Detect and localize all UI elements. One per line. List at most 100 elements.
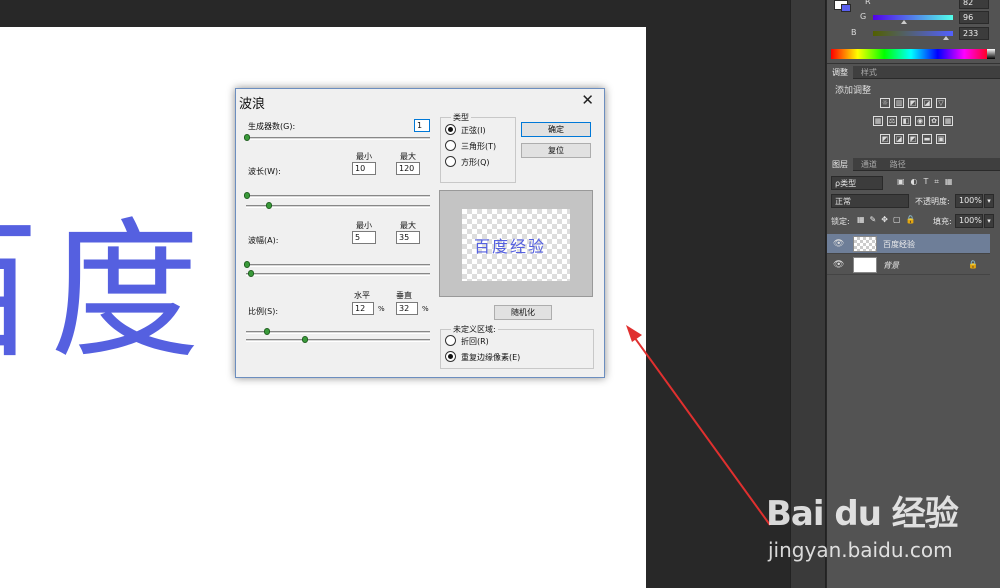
lock-icons[interactable]: ▦✎✥▢🔒 xyxy=(857,215,920,224)
layer-filter-dropdown[interactable]: ρ类型 xyxy=(831,176,883,190)
slider-knob[interactable] xyxy=(266,202,272,209)
generators-label: 生成器数(G): xyxy=(248,122,296,131)
watermark-url: jingyan.baidu.com xyxy=(768,538,953,562)
slider-knob[interactable] xyxy=(302,336,308,343)
scale-v-percent: % xyxy=(422,305,429,313)
type-sine-label: 正弦(I) xyxy=(461,126,486,135)
layer-row-background[interactable]: 👁 背景 🔒 xyxy=(827,255,990,275)
wavelength-label: 波长(W): xyxy=(248,167,281,176)
slider-knob[interactable] xyxy=(248,270,254,277)
brightness-icon[interactable]: ☼ xyxy=(880,98,890,108)
add-adjustment-title: 添加调整 xyxy=(835,86,872,96)
posterize-icon[interactable]: ◪ xyxy=(894,134,904,144)
type-square-label: 方形(Q) xyxy=(461,158,490,167)
exposure-icon[interactable]: ◪ xyxy=(922,98,932,108)
color-spectrum-bw[interactable] xyxy=(987,49,995,59)
scale-label: 比例(S): xyxy=(248,307,279,316)
gradient-map-icon[interactable]: ▬ xyxy=(922,134,932,144)
randomize-button[interactable]: 随机化 xyxy=(494,305,552,320)
reset-button[interactable]: 复位 xyxy=(521,143,591,158)
color-balance-icon[interactable]: ⚖ xyxy=(887,116,897,126)
tab-layers[interactable]: 图层 xyxy=(827,158,853,171)
layer-thumbnail xyxy=(853,236,877,252)
repeat-edge-pixels-label: 重复边缘像素(E) xyxy=(461,353,521,362)
invert-icon[interactable]: ◩ xyxy=(880,134,890,144)
photo-filter-icon[interactable]: ◉ xyxy=(915,116,925,126)
layer-thumbnail xyxy=(853,257,877,273)
amplitude-max-label: 最大 xyxy=(400,221,416,230)
vibrance-icon[interactable]: ▽ xyxy=(936,98,946,108)
tab-channels[interactable]: 通道 xyxy=(856,158,882,171)
color-panel: R 82 G 96 B 233 xyxy=(827,0,1000,64)
g-slider-knob[interactable] xyxy=(901,20,907,24)
preview-text: 百度经验 xyxy=(474,237,547,256)
fill-input[interactable]: 100% xyxy=(955,214,983,228)
blend-mode-dropdown[interactable]: 正常 xyxy=(831,194,909,208)
type-triangle-label: 三角形(T) xyxy=(461,142,497,151)
horizontal-label: 水平 xyxy=(354,291,370,300)
color-row-g: G 96 xyxy=(833,11,993,25)
dialog-title: 波浪 xyxy=(239,97,266,112)
wavelength-max-label: 最大 xyxy=(400,152,416,161)
color-lookup-icon[interactable]: ▦ xyxy=(943,116,953,126)
color-spectrum[interactable] xyxy=(831,49,991,59)
tab-paths[interactable]: 路径 xyxy=(885,158,911,171)
channel-mixer-icon[interactable]: ✿ xyxy=(929,116,939,126)
black-white-icon[interactable]: ◧ xyxy=(901,116,911,126)
wavelength-max-input[interactable]: 120 xyxy=(396,162,420,175)
repeat-edge-pixels-radio[interactable] xyxy=(445,351,456,362)
visibility-eye-icon[interactable]: 👁 xyxy=(833,260,844,270)
ok-button[interactable]: 确定 xyxy=(521,122,591,137)
scale-horizontal-slider[interactable] xyxy=(246,328,430,335)
preview-image: 百度经验 xyxy=(462,209,570,281)
layer-row-text[interactable]: 👁 百度经验 xyxy=(827,234,990,254)
adjustments-tabbar: 调整 样式 xyxy=(827,66,1000,79)
levels-icon[interactable]: ▥ xyxy=(894,98,904,108)
type-sine-radio[interactable] xyxy=(445,124,456,135)
opacity-dropdown-icon[interactable]: ▾ xyxy=(984,194,994,208)
generators-input[interactable]: 1 xyxy=(414,119,430,132)
amplitude-min-slider[interactable] xyxy=(244,261,430,268)
preview-box: 百度经验 xyxy=(439,190,593,297)
type-label: 类型 xyxy=(451,112,471,123)
selective-color-icon[interactable]: ▣ xyxy=(936,134,946,144)
b-slider-knob[interactable] xyxy=(943,36,949,40)
hue-saturation-icon[interactable]: ▦ xyxy=(873,116,883,126)
wavelength-min-slider[interactable] xyxy=(244,192,430,199)
slider-knob[interactable] xyxy=(244,192,250,199)
amplitude-max-input[interactable]: 35 xyxy=(396,231,420,244)
slider-knob[interactable] xyxy=(244,261,250,268)
type-square-radio[interactable] xyxy=(445,156,456,167)
scale-vertical-slider[interactable] xyxy=(246,336,430,343)
layer-lock-icon: 🔒 xyxy=(968,260,978,269)
close-icon[interactable]: ✕ xyxy=(581,91,594,109)
slider-knob[interactable] xyxy=(264,328,270,335)
generators-slider[interactable] xyxy=(244,134,430,141)
wrap-around-radio[interactable] xyxy=(445,335,456,346)
g-slider[interactable] xyxy=(873,15,953,20)
fill-dropdown-icon[interactable]: ▾ xyxy=(984,214,994,228)
annotation-arrow xyxy=(626,325,771,526)
wavelength-max-slider[interactable] xyxy=(246,202,430,209)
wavelength-min-input[interactable]: 10 xyxy=(352,162,376,175)
scale-vertical-input[interactable]: 32 xyxy=(396,302,418,315)
visibility-eye-icon[interactable]: 👁 xyxy=(833,239,844,249)
adjustment-icons: ☼ ▥ ◩ ◪ ▽ ▦ ⚖ ◧ ◉ ✿ ▦ ◩ ◪ ◩ ▬ ▣ xyxy=(853,98,973,152)
layer-name: 背景 xyxy=(883,261,899,270)
tab-adjustments[interactable]: 调整 xyxy=(827,66,853,79)
type-triangle-radio[interactable] xyxy=(445,140,456,151)
curves-icon[interactable]: ◩ xyxy=(908,98,918,108)
threshold-icon[interactable]: ◩ xyxy=(908,134,918,144)
tab-styles[interactable]: 样式 xyxy=(856,66,882,79)
slider-knob[interactable] xyxy=(244,134,250,141)
layers-tabbar: 图层 通道 路径 xyxy=(827,158,1000,171)
dialog-body: 生成器数(G): 1 最小 最大 波长(W): 10 120 最小 最大 波幅(… xyxy=(236,112,604,377)
layer-filter-icons: ▣◐T⌗▦ xyxy=(897,177,959,186)
amplitude-max-slider[interactable] xyxy=(246,270,430,277)
color-row-b: B 233 xyxy=(833,27,993,41)
amplitude-min-input[interactable]: 5 xyxy=(352,231,376,244)
wrap-around-label: 折回(R) xyxy=(461,337,489,346)
b-slider[interactable] xyxy=(873,31,953,36)
scale-horizontal-input[interactable]: 12 xyxy=(352,302,374,315)
opacity-input[interactable]: 100% xyxy=(955,194,983,208)
